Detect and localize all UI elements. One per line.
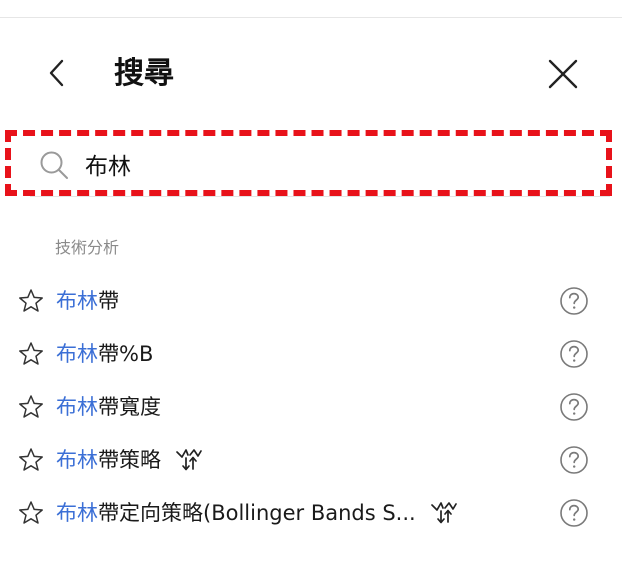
match-highlight: 布林 [56, 501, 98, 525]
result-label-rest: 帶 [98, 289, 119, 313]
star-outline-icon[interactable] [18, 341, 44, 367]
result-label-rest: 帶%B [98, 342, 154, 366]
question-circle-icon[interactable] [559, 498, 589, 528]
strategy-signal-icon [176, 449, 202, 471]
page-title: 搜尋 [114, 56, 174, 91]
star-outline-icon[interactable] [18, 394, 44, 420]
question-circle-icon[interactable] [559, 286, 589, 316]
question-circle-icon[interactable] [559, 339, 589, 369]
question-circle-icon[interactable] [559, 445, 589, 475]
result-row-bollinger-directional-strategy[interactable]: 布林帶定向策略(Bollinger Bands S... [0, 486, 622, 539]
close-icon[interactable] [545, 56, 581, 92]
star-outline-icon[interactable] [18, 447, 44, 473]
result-list: 布林帶 布林帶%B 布林帶寬度 布林帶策略 布林帶定向策略(Bollinger … [0, 274, 622, 539]
chevron-left-icon[interactable] [40, 56, 74, 90]
top-divider [0, 17, 622, 18]
search-header: 搜尋 [0, 40, 622, 110]
result-label: 布林帶定向策略(Bollinger Bands S... [56, 498, 458, 528]
result-label: 布林帶%B [56, 339, 153, 369]
result-label-rest: 帶寬度 [98, 395, 161, 419]
search-field[interactable] [5, 130, 612, 196]
star-outline-icon[interactable] [18, 500, 44, 526]
section-title-technical-analysis: 技術分析 [55, 238, 120, 257]
result-row-bollinger-percent-b[interactable]: 布林帶%B [0, 327, 622, 380]
question-circle-icon[interactable] [559, 392, 589, 422]
result-label: 布林帶策略 [56, 445, 203, 475]
result-label-rest: 帶策略 [98, 448, 161, 472]
match-highlight: 布林 [56, 289, 98, 313]
search-underline [30, 196, 610, 197]
search-input[interactable] [85, 144, 585, 184]
search-icon [40, 151, 68, 179]
result-row-bollinger-bands[interactable]: 布林帶 [0, 274, 622, 327]
star-outline-icon[interactable] [18, 288, 44, 314]
match-highlight: 布林 [56, 448, 98, 472]
strategy-signal-icon [430, 502, 457, 524]
match-highlight: 布林 [56, 342, 98, 366]
result-row-bollinger-bandwidth[interactable]: 布林帶寬度 [0, 380, 622, 433]
result-row-bollinger-strategy[interactable]: 布林帶策略 [0, 433, 622, 486]
result-label-rest: 帶定向策略(Bollinger Bands S... [98, 501, 416, 525]
result-label: 布林帶 [56, 286, 119, 316]
result-label: 布林帶寬度 [56, 392, 161, 422]
match-highlight: 布林 [56, 395, 98, 419]
